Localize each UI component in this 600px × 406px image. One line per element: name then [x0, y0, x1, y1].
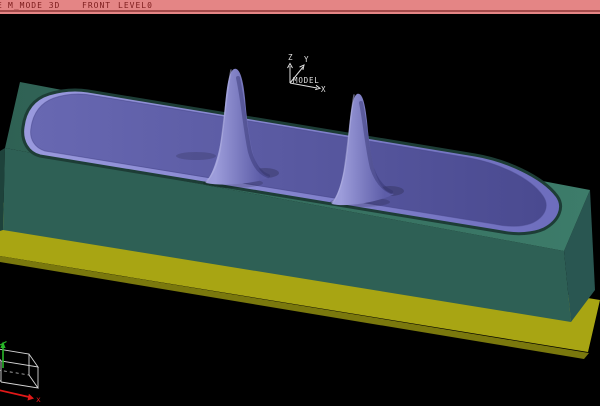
triad-z-label: Z	[288, 53, 293, 62]
level-label: LEVEL0	[118, 1, 153, 10]
triad-y-label: Y	[304, 55, 309, 64]
triad-x-label: X	[321, 85, 326, 94]
view-name-label: FRONT	[82, 1, 111, 10]
mode-label: M_MODE 3D	[8, 1, 60, 10]
triad-origin-label: MODEL	[293, 76, 320, 85]
clipped-status-char: E	[0, 1, 3, 10]
trihedron-x-label: x	[36, 395, 41, 404]
status-bar-groove	[0, 10, 600, 12]
mode-status-bar: E M_MODE 3D FRONT LEVEL0	[0, 0, 600, 14]
graphics-viewport[interactable]: Z Y X MODEL	[0, 0, 600, 406]
surface-blend-shadow-left	[176, 152, 216, 160]
cad-application-window: E M_MODE 3D FRONT LEVEL0	[0, 0, 600, 406]
